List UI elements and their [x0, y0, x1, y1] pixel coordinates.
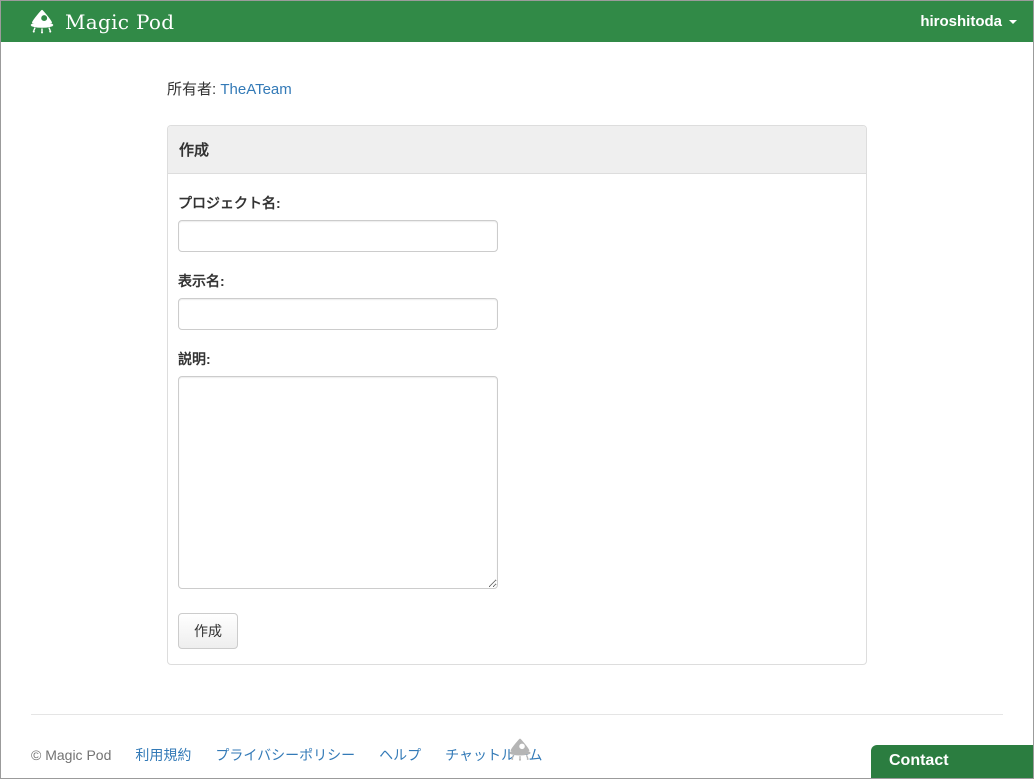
- contact-button[interactable]: Contact: [871, 745, 1033, 778]
- copyright-text: © Magic Pod: [31, 747, 112, 763]
- project-name-label: プロジェクト名:: [178, 195, 281, 211]
- create-button[interactable]: 作成: [178, 613, 238, 649]
- footer-ufo-icon: [507, 737, 533, 766]
- description-textarea[interactable]: [178, 376, 498, 589]
- footer-link-terms[interactable]: 利用規約: [135, 745, 191, 765]
- display-name-label: 表示名:: [178, 273, 225, 289]
- main-content: 所有者: TheATeam 作成 プロジェクト名: 表示名: 説明: 作成: [167, 78, 867, 665]
- panel-title: 作成: [168, 126, 866, 174]
- navbar: Magic Pod hiroshitoda: [1, 1, 1033, 42]
- description-label: 説明:: [178, 351, 211, 367]
- display-name-group: 表示名:: [178, 271, 856, 330]
- owner-label: 所有者:: [167, 81, 217, 98]
- brand-title: Magic Pod: [65, 9, 175, 34]
- footer-row: © Magic Pod 利用規約 プライバシーポリシー ヘルプ チャットルーム …: [31, 715, 1009, 765]
- project-name-group: プロジェクト名:: [178, 193, 856, 252]
- ufo-logo-icon: [28, 9, 56, 35]
- user-menu-label: hiroshitoda: [920, 13, 1002, 30]
- brand-home-link[interactable]: Magic Pod: [28, 9, 174, 35]
- display-name-input[interactable]: [178, 298, 498, 330]
- description-group: 説明:: [178, 349, 856, 594]
- panel-body: プロジェクト名: 表示名: 説明: 作成: [168, 174, 866, 664]
- create-project-panel: 作成 プロジェクト名: 表示名: 説明: 作成: [167, 125, 867, 665]
- caret-down-icon: [1009, 19, 1017, 24]
- project-name-input[interactable]: [178, 220, 498, 252]
- user-menu-dropdown[interactable]: hiroshitoda: [920, 13, 1017, 30]
- footer-link-privacy[interactable]: プライバシーポリシー: [215, 745, 355, 765]
- owner-team-link[interactable]: TheATeam: [220, 81, 291, 98]
- footer-link-help[interactable]: ヘルプ: [379, 745, 421, 765]
- owner-line: 所有者: TheATeam: [167, 78, 867, 99]
